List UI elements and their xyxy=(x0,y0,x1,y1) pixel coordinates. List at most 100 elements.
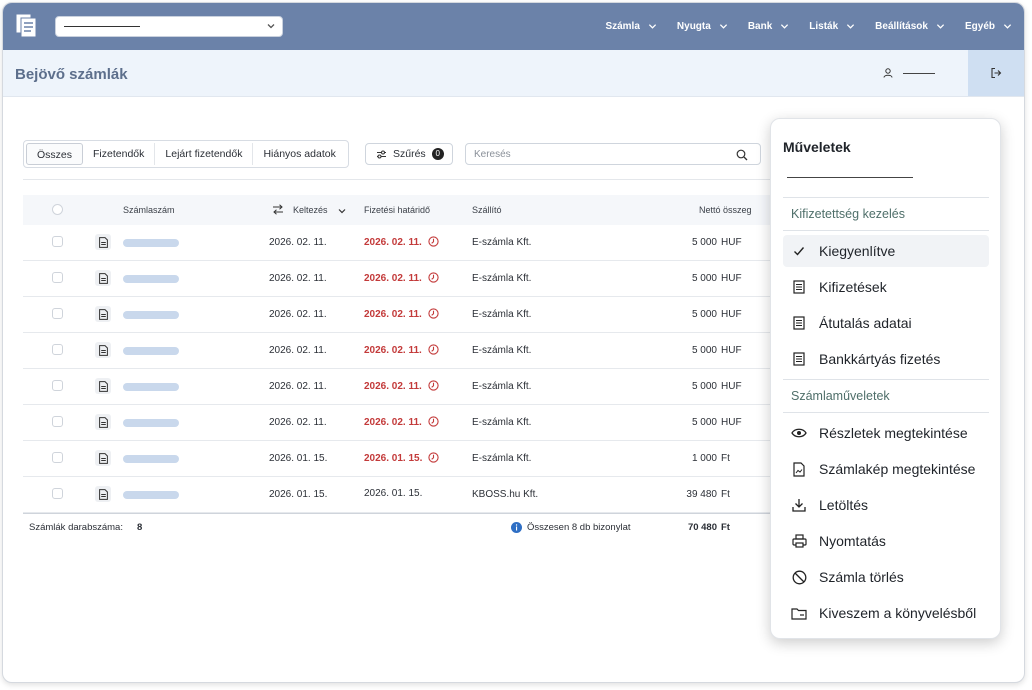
action-letoltes[interactable]: Letöltés xyxy=(783,489,989,521)
table-row[interactable]: 2026. 02. 11. 2026. 02. 11. E-számla Kft. 5… xyxy=(23,225,773,261)
action-szamla-torles[interactable]: Számla törlés xyxy=(783,561,989,593)
filter-count-badge: 0 xyxy=(431,148,444,160)
document-icon[interactable] xyxy=(95,270,111,286)
cell-date: 2026. 02. 11. xyxy=(269,237,327,248)
divider xyxy=(23,179,773,180)
logout-button[interactable] xyxy=(968,50,1024,96)
cell-date: 2026. 02. 11. xyxy=(269,381,327,392)
due-date: 2026. 02. 11. xyxy=(364,345,422,356)
due-date: 2026. 02. 11. xyxy=(364,309,422,320)
action-kifizetesek[interactable]: Kifizetések xyxy=(783,271,989,303)
table-row[interactable]: 2026. 02. 11. 2026. 02. 11. E-számla Kft. 5… xyxy=(23,405,773,441)
row-checkbox[interactable] xyxy=(52,272,63,283)
cell-supplier: E-számla Kft. xyxy=(472,309,532,320)
section-invoice: Számlaműveletek xyxy=(791,389,890,403)
th-supplier[interactable]: Szállító xyxy=(472,205,502,215)
cell-due: 2026. 02. 11. xyxy=(364,380,439,392)
invoice-number-placeholder[interactable] xyxy=(123,383,179,391)
count-label: Számlák darabszáma: xyxy=(29,522,123,533)
nav-egyeb[interactable]: Egyéb xyxy=(965,21,1012,32)
th-date[interactable]: Keltezés xyxy=(293,205,328,215)
search-input[interactable] xyxy=(474,147,724,162)
invoice-number-placeholder[interactable] xyxy=(123,491,179,499)
table-row[interactable]: 2026. 01. 15. 2026. 01. 15. KBOSS.hu Kft. 3… xyxy=(23,477,773,513)
nav-beallitasok[interactable]: Beállítások xyxy=(875,21,945,32)
document-icon[interactable] xyxy=(95,378,111,394)
cell-supplier: E-számla Kft. xyxy=(472,417,532,428)
row-checkbox[interactable] xyxy=(52,452,63,463)
cell-currency: Ft xyxy=(721,453,730,464)
cell-supplier: E-számla Kft. xyxy=(472,237,532,248)
table-row[interactable]: 2026. 01. 15. 2026. 01. 15. E-számla Kft. 1… xyxy=(23,441,773,477)
tab-lejart-fizetendok[interactable]: Lejárt fizetendők xyxy=(155,143,254,165)
row-checkbox[interactable] xyxy=(52,488,63,499)
document-icon[interactable] xyxy=(95,486,111,502)
search-icon[interactable] xyxy=(736,149,748,161)
sort-swap-icon[interactable] xyxy=(272,204,284,215)
action-szamlakep[interactable]: Számlakép megtekintése xyxy=(783,453,989,485)
table-row[interactable]: 2026. 02. 11. 2026. 02. 11. E-számla Kft. 5… xyxy=(23,261,773,297)
company-select[interactable] xyxy=(55,16,283,37)
row-checkbox[interactable] xyxy=(52,308,63,319)
select-all-checkbox[interactable] xyxy=(52,204,63,215)
action-label: Letöltés xyxy=(819,497,869,513)
tab-hianyos-adatok[interactable]: Hiányos adatok xyxy=(253,143,345,165)
due-date: 2026. 01. 15. xyxy=(364,453,423,464)
invoice-number-placeholder[interactable] xyxy=(123,347,179,355)
invoice-id-placeholder xyxy=(787,177,913,178)
action-bankkartyas-fizetes[interactable]: Bankkártyás fizetés xyxy=(783,343,989,375)
user-menu[interactable] xyxy=(883,68,935,78)
document-icon[interactable] xyxy=(95,234,111,250)
page-title: Bejövő számlák xyxy=(15,66,128,83)
list-document-icon xyxy=(791,315,807,331)
table-row[interactable]: 2026. 02. 11. 2026. 02. 11. E-számla Kft. 5… xyxy=(23,369,773,405)
th-due[interactable]: Fizetési határidő xyxy=(364,205,430,215)
row-checkbox[interactable] xyxy=(52,380,63,391)
table-row[interactable]: 2026. 02. 11. 2026. 02. 11. E-számla Kft. 5… xyxy=(23,297,773,333)
nav-listak[interactable]: Listák xyxy=(809,21,855,32)
app-logo-icon[interactable] xyxy=(15,13,39,39)
due-date: 2026. 02. 11. xyxy=(364,381,422,392)
invoice-number-placeholder[interactable] xyxy=(123,275,179,283)
cell-currency: HUF xyxy=(721,273,742,284)
action-nyomtatas[interactable]: Nyomtatás xyxy=(783,525,989,557)
sliders-icon xyxy=(377,150,386,158)
action-kiegyenlitve[interactable]: Kiegyenlítve xyxy=(783,235,989,267)
th-net[interactable]: Nettó összeg xyxy=(699,205,752,215)
chevron-down-icon xyxy=(338,209,346,214)
filter-button[interactable]: Szűrés 0 xyxy=(365,143,453,165)
cell-amount: 5 000 xyxy=(691,309,717,320)
action-kiveszem[interactable]: Kiveszem a könyvelésből xyxy=(783,597,989,629)
action-label: Kifizetések xyxy=(819,279,887,295)
document-icon[interactable] xyxy=(95,342,111,358)
folder-minus-icon xyxy=(791,605,807,621)
invoice-number-placeholder[interactable] xyxy=(123,239,179,247)
action-reszletek[interactable]: Részletek megtekintése xyxy=(783,417,989,449)
chevron-down-icon xyxy=(1003,24,1012,29)
cell-amount: 5 000 xyxy=(691,417,717,428)
action-label: Részletek megtekintése xyxy=(819,425,968,441)
action-label: Bankkártyás fizetés xyxy=(819,351,941,367)
document-icon[interactable] xyxy=(95,306,111,322)
cell-due: 2026. 02. 11. xyxy=(364,272,439,284)
list-document-icon xyxy=(791,351,807,367)
nav-szamla[interactable]: Számla xyxy=(605,21,657,32)
row-checkbox[interactable] xyxy=(52,236,63,247)
document-icon[interactable] xyxy=(95,450,111,466)
nav-bank[interactable]: Bank xyxy=(748,21,789,32)
action-atutalas-adatai[interactable]: Átutalás adatai xyxy=(783,307,989,339)
invoice-number-placeholder[interactable] xyxy=(123,455,179,463)
tab-osszes[interactable]: Összes xyxy=(26,143,84,165)
th-number[interactable]: Számlaszám xyxy=(123,205,175,215)
chevron-down-icon xyxy=(267,24,275,29)
tab-fizetendok[interactable]: Fizetendők xyxy=(83,143,156,165)
row-checkbox[interactable] xyxy=(52,416,63,427)
ban-icon xyxy=(791,569,807,585)
nav-nyugta[interactable]: Nyugta xyxy=(677,21,728,32)
divider xyxy=(783,379,989,380)
row-checkbox[interactable] xyxy=(52,344,63,355)
table-row[interactable]: 2026. 02. 11. 2026. 02. 11. E-számla Kft. 5… xyxy=(23,333,773,369)
invoice-number-placeholder[interactable] xyxy=(123,311,179,319)
document-icon[interactable] xyxy=(95,414,111,430)
invoice-number-placeholder[interactable] xyxy=(123,419,179,427)
